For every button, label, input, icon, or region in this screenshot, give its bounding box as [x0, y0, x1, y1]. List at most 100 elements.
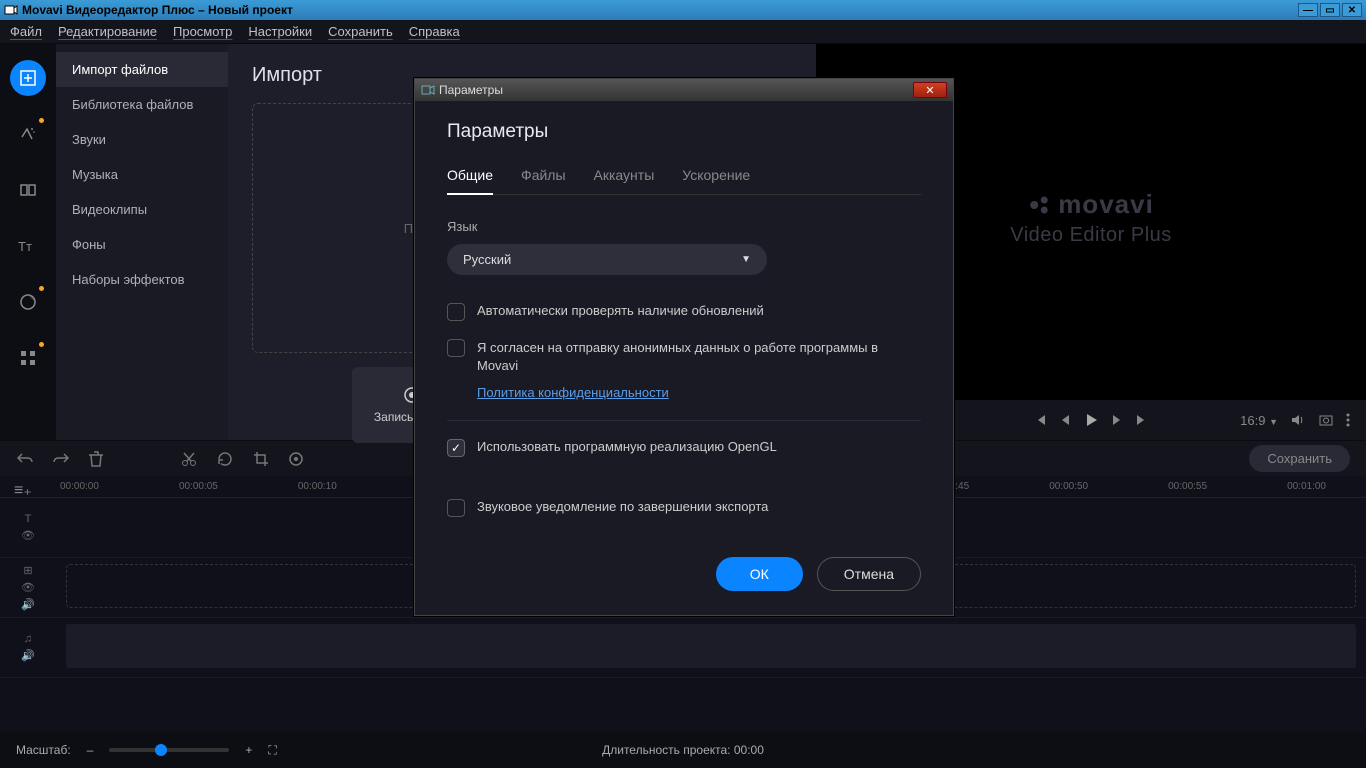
mute-icon[interactable]: 🔊	[21, 649, 35, 662]
language-dropdown[interactable]: Русский ▼	[447, 244, 767, 275]
zoom-handle[interactable]	[155, 744, 167, 756]
aspect-ratio-selector[interactable]: 16:9 ▼	[1240, 413, 1278, 428]
video-track-icon: ⊞	[23, 564, 32, 577]
zoom-out-icon[interactable]: –	[87, 743, 94, 757]
menu-settings[interactable]: Настройки	[248, 24, 312, 40]
product-text: Video Editor Plus	[1010, 224, 1172, 247]
divider	[447, 420, 921, 421]
window-controls: — ▭ ✕	[1298, 3, 1362, 17]
movavi-icon	[1028, 193, 1052, 217]
sound-notify-label: Звуковое уведомление по завершении экспо…	[477, 499, 768, 514]
menu-file[interactable]: Файл	[10, 24, 42, 40]
tab-general[interactable]: Общие	[447, 167, 493, 195]
preview-logo: movavi Video Editor Plus	[1010, 189, 1172, 247]
status-bar: Масштаб: – + ⛶ Длительность проекта: 00:…	[0, 732, 1366, 768]
zoom-label: Масштаб:	[16, 743, 71, 757]
dialog-titlebar[interactable]: Параметры ✕	[415, 79, 953, 101]
side-item-effect-packs[interactable]: Наборы эффектов	[56, 262, 228, 297]
eye-icon[interactable]: 👁	[21, 581, 35, 594]
redo-icon[interactable]	[52, 450, 70, 468]
mute-icon[interactable]: 🔊	[21, 598, 35, 611]
audio-region[interactable]	[66, 624, 1356, 668]
frame-forward-icon[interactable]	[1111, 413, 1123, 427]
dialog-close-button[interactable]: ✕	[913, 82, 947, 98]
window-title: Movavi Видеоредактор Плюс – Новый проект	[22, 3, 293, 17]
rail-titles-icon[interactable]: Tᴛ	[10, 228, 46, 264]
duration-value: 00:00	[734, 743, 764, 757]
left-rail: Tᴛ	[0, 44, 56, 440]
dialog-heading: Параметры	[447, 121, 921, 143]
duration-label: Длительность проекта:	[602, 743, 730, 757]
menu-help[interactable]: Справка	[409, 24, 460, 40]
side-item-library[interactable]: Библиотека файлов	[56, 87, 228, 122]
tab-accounts[interactable]: Аккаунты	[594, 167, 655, 194]
dialog-window-title: Параметры	[439, 83, 503, 97]
brand-text: movavi	[1058, 189, 1154, 220]
minimize-button[interactable]: —	[1298, 3, 1318, 17]
rotate-icon[interactable]	[216, 450, 234, 468]
text-track-icon: T	[25, 513, 32, 525]
time-mark: 00:00:00	[60, 481, 99, 492]
maximize-button[interactable]: ▭	[1320, 3, 1340, 17]
cancel-button[interactable]: Отмена	[817, 557, 921, 591]
side-panel: Импорт файлов Библиотека файлов Звуки Му…	[56, 44, 228, 440]
delete-icon[interactable]	[88, 450, 104, 468]
save-button[interactable]: Сохранить	[1249, 445, 1350, 472]
sound-notify-checkbox[interactable]	[447, 499, 465, 517]
svg-text:Tᴛ: Tᴛ	[18, 239, 32, 253]
crop-icon[interactable]	[252, 450, 270, 468]
rail-transitions-icon[interactable]	[10, 172, 46, 208]
rail-stickers-icon[interactable]	[10, 284, 46, 320]
side-item-clips[interactable]: Видеоклипы	[56, 192, 228, 227]
more-icon[interactable]	[1346, 413, 1350, 427]
skip-end-icon[interactable]	[1135, 413, 1149, 427]
opengl-label: Использовать программную реализацию Open…	[477, 439, 777, 454]
zoom-in-icon[interactable]: +	[245, 743, 252, 757]
dialog-icon	[421, 84, 435, 96]
rail-import-icon[interactable]	[10, 60, 46, 96]
time-mark: 00:00:10	[298, 481, 337, 492]
add-track-icon[interactable]: ≡₊	[14, 480, 32, 500]
time-mark: 00:01:00	[1287, 481, 1326, 492]
rail-effects-icon[interactable]	[10, 116, 46, 152]
color-icon[interactable]	[288, 451, 304, 467]
check-updates-label: Автоматически проверять наличие обновлен…	[477, 303, 764, 318]
volume-icon[interactable]	[1290, 412, 1306, 428]
side-item-import[interactable]: Импорт файлов	[56, 52, 228, 87]
rail-more-icon[interactable]	[10, 340, 46, 376]
play-icon[interactable]	[1083, 412, 1099, 428]
undo-icon[interactable]	[16, 450, 34, 468]
privacy-link[interactable]: Политика конфиденциальности	[477, 385, 921, 400]
app-icon	[4, 3, 18, 17]
title-bar: Movavi Видеоредактор Плюс – Новый проект…	[0, 0, 1366, 20]
tab-files[interactable]: Файлы	[521, 167, 565, 194]
skip-start-icon[interactable]	[1033, 413, 1047, 427]
audio-track[interactable]: ♫🔊	[0, 618, 1366, 678]
dialog-tabs: Общие Файлы Аккаунты Ускорение	[447, 167, 921, 195]
dialog-footer: ОК Отмена	[447, 557, 921, 591]
cut-icon[interactable]	[180, 450, 198, 468]
tab-acceleration[interactable]: Ускорение	[682, 167, 750, 194]
anon-data-label: Я согласен на отправку анонимных данных …	[477, 339, 921, 375]
anon-data-checkbox[interactable]	[447, 339, 465, 357]
snapshot-icon[interactable]	[1318, 412, 1334, 428]
menu-save[interactable]: Сохранить	[328, 24, 393, 40]
frame-back-icon[interactable]	[1059, 413, 1071, 427]
close-button[interactable]: ✕	[1342, 3, 1362, 17]
eye-icon[interactable]: 👁	[21, 529, 35, 542]
menu-view[interactable]: Просмотр	[173, 24, 232, 40]
menu-edit[interactable]: Редактирование	[58, 24, 157, 40]
ok-button[interactable]: ОК	[716, 557, 803, 591]
side-item-backgrounds[interactable]: Фоны	[56, 227, 228, 262]
audio-track-icon: ♫	[24, 633, 32, 645]
side-item-sounds[interactable]: Звуки	[56, 122, 228, 157]
fit-icon[interactable]: ⛶	[268, 743, 276, 758]
side-item-music[interactable]: Музыка	[56, 157, 228, 192]
time-mark: 00:00:05	[179, 481, 218, 492]
settings-dialog: Параметры ✕ Параметры Общие Файлы Аккаун…	[414, 78, 954, 616]
zoom-slider[interactable]	[109, 748, 229, 752]
check-updates-checkbox[interactable]	[447, 303, 465, 321]
time-mark: 00:00:50	[1049, 481, 1088, 492]
opengl-checkbox[interactable]: ✓	[447, 439, 465, 457]
language-label: Язык	[447, 219, 921, 234]
